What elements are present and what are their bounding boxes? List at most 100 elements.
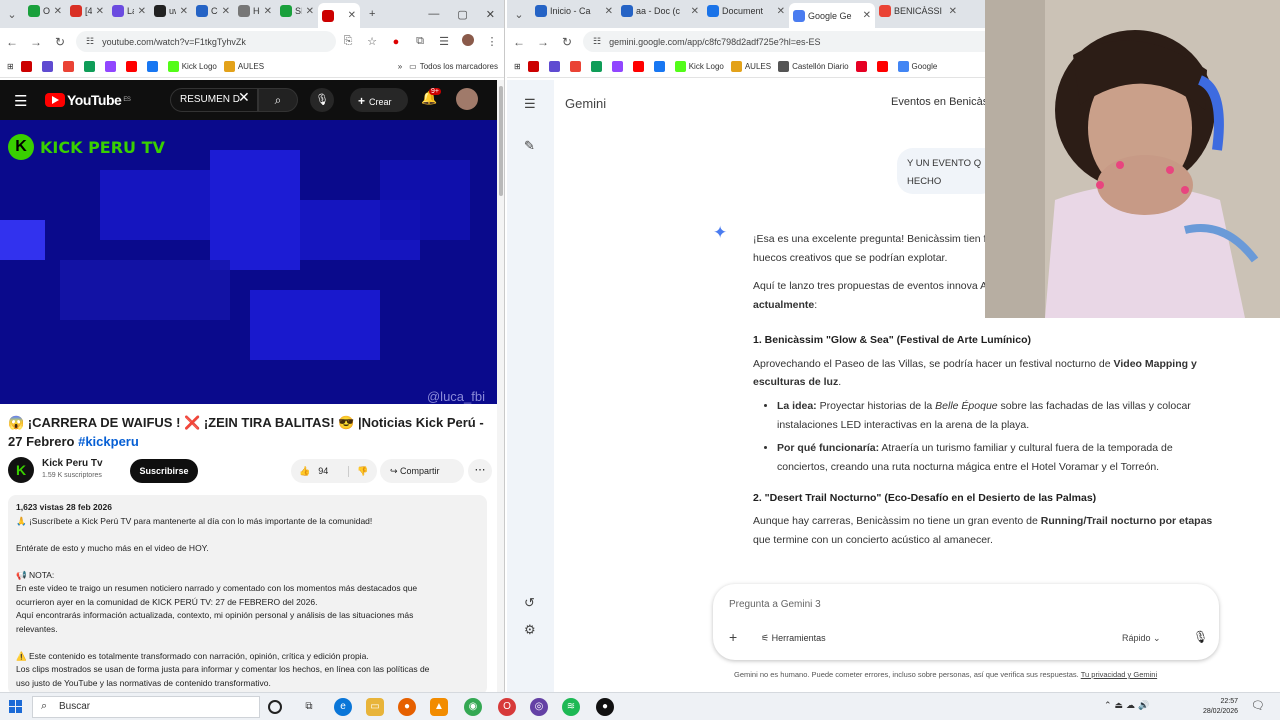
bookmark-item[interactable] xyxy=(876,60,891,72)
user-avatar[interactable] xyxy=(456,88,478,110)
prompt-input[interactable]: Pregunta a Gemini 3 xyxy=(729,599,821,610)
browser-tab[interactable]: Ho ✕ xyxy=(234,0,276,22)
voice-search-button[interactable]: 🎙 xyxy=(310,88,334,112)
dislike-button[interactable]: 👎 xyxy=(349,466,368,477)
bookmark-item[interactable] xyxy=(20,60,35,72)
browser-tab[interactable]: uw ✕ xyxy=(150,0,192,22)
hashtag-link[interactable]: #kickperu xyxy=(78,434,139,449)
share-button[interactable]: ↪ Compartir xyxy=(380,459,464,483)
apps-icon[interactable]: ⊞ xyxy=(7,62,14,71)
browser-menu-icon[interactable]: ⋮ xyxy=(480,35,504,48)
close-tab-icon[interactable]: ✕ xyxy=(138,6,146,17)
forward-icon[interactable]: → xyxy=(24,35,48,49)
browser-tab[interactable]: [48 ✕ xyxy=(66,0,108,22)
app-icon[interactable]: ◎ xyxy=(530,698,548,716)
extensions-icon[interactable]: ⧉ xyxy=(408,35,432,48)
system-tray-icons[interactable]: ⌃⏏☁🔊 xyxy=(1104,700,1152,711)
file-explorer-icon[interactable]: ▭ xyxy=(366,698,384,716)
youtube-logo[interactable]: YouTube ES xyxy=(45,92,131,108)
back-icon[interactable]: ← xyxy=(0,35,24,49)
reading-list-icon[interactable]: ☰ xyxy=(432,35,456,48)
bookmark-item[interactable]: AULES xyxy=(730,60,771,72)
site-info-icon[interactable]: ☷ xyxy=(86,36,94,47)
microphone-icon[interactable]: 🎙 xyxy=(1193,630,1208,644)
close-tab-icon[interactable]: ✕ xyxy=(863,10,871,21)
minimize-button[interactable]: — xyxy=(419,8,448,20)
video-description[interactable]: 1,623 vistas 28 feb 2026 🙏 ¡Suscríbete a… xyxy=(8,495,487,692)
browser-tab[interactable]: Co ✕ xyxy=(192,0,234,22)
vlc-icon[interactable]: ▲ xyxy=(430,698,448,716)
privacy-link[interactable]: Tu privacidad y Gemini xyxy=(1081,670,1157,679)
browser-tab[interactable]: aa - Doc (c ✕ xyxy=(617,0,703,22)
main-menu-icon[interactable]: ☰ xyxy=(524,96,536,112)
site-info-icon[interactable]: ☷ xyxy=(593,36,601,47)
bookmark-item[interactable] xyxy=(653,60,668,72)
browser-tab[interactable]: Ov ✕ xyxy=(24,0,66,22)
bookmark-item[interactable] xyxy=(569,60,584,72)
close-tab-icon[interactable]: ✕ xyxy=(222,6,230,17)
history-icon[interactable]: ↺ xyxy=(524,595,535,611)
search-button[interactable]: ⌕ xyxy=(258,88,298,112)
notifications-icon[interactable]: 🗨 xyxy=(1251,699,1265,712)
close-tab-icon[interactable]: ✕ xyxy=(54,6,62,17)
close-tab-icon[interactable]: ✕ xyxy=(605,6,613,17)
new-tab-button[interactable]: + xyxy=(360,8,384,20)
close-tab-icon[interactable]: ✕ xyxy=(691,6,699,17)
close-window-button[interactable]: ✕ xyxy=(477,8,504,21)
bookmark-item[interactable]: AULES xyxy=(223,60,264,72)
back-icon[interactable]: ← xyxy=(507,35,531,49)
close-tab-icon[interactable]: ✕ xyxy=(306,6,314,17)
tab-search-icon[interactable]: ⌄ xyxy=(0,8,24,21)
bookmark-item[interactable] xyxy=(855,60,870,72)
bookmark-item[interactable]: Kick Logo xyxy=(674,60,724,72)
bookmark-item[interactable] xyxy=(611,60,626,72)
reload-icon[interactable]: ↻ xyxy=(48,35,72,49)
create-button[interactable]: + Crear xyxy=(350,88,408,112)
tab-search-icon[interactable]: ⌄ xyxy=(507,8,531,21)
clear-search-icon[interactable]: ✕ xyxy=(238,89,250,106)
video-player[interactable]: K KICK PERU TV @luca_fbi xyxy=(0,120,497,404)
close-tab-icon[interactable]: ✕ xyxy=(96,6,104,17)
bookmark-item[interactable] xyxy=(527,60,542,72)
obs-icon[interactable]: ● xyxy=(596,698,614,716)
bookmark-item[interactable] xyxy=(104,60,119,72)
subscribe-button[interactable]: Suscribirse xyxy=(130,459,198,483)
model-mode-selector[interactable]: Rápido ⌄ xyxy=(1122,633,1161,644)
bookmark-item[interactable] xyxy=(146,60,161,72)
browser-tab[interactable]: La ✕ xyxy=(108,0,150,22)
bookmark-item[interactable] xyxy=(62,60,77,72)
close-tab-icon[interactable]: ✕ xyxy=(949,6,957,17)
channel-name[interactable]: Kick Peru Tv xyxy=(42,458,103,469)
bookmark-item[interactable] xyxy=(590,60,605,72)
add-attachment-icon[interactable]: + xyxy=(729,629,737,645)
browser-tab[interactable]: SIE ✕ xyxy=(276,0,318,22)
browser-tab[interactable]: ✕ xyxy=(318,3,360,28)
left-scrollbar[interactable] xyxy=(497,80,504,692)
firefox-icon[interactable]: ● xyxy=(398,698,416,716)
bookmark-item[interactable]: Kick Logo xyxy=(167,60,217,72)
edge-icon[interactable]: e xyxy=(334,698,352,716)
task-view-icon[interactable]: ⧉ xyxy=(300,698,318,716)
bookmark-item[interactable]: Google xyxy=(897,60,937,72)
browser-tab[interactable]: BENICÀSSI ✕ xyxy=(875,0,961,22)
channel-avatar[interactable]: K xyxy=(8,457,34,483)
spotify-icon[interactable]: ≋ xyxy=(562,698,580,716)
like-button[interactable]: 👍 94 xyxy=(291,465,349,477)
browser-tab[interactable]: Google Ge ✕ xyxy=(789,3,875,28)
taskbar-search-field[interactable]: ⌕ Buscar xyxy=(32,696,260,718)
apps-icon[interactable]: ⊞ xyxy=(514,62,521,71)
settings-gear-icon[interactable]: ⚙ xyxy=(524,622,536,638)
install-icon[interactable]: ⎘ xyxy=(336,35,360,48)
tools-button[interactable]: ⚟ Herramientas xyxy=(761,633,826,644)
browser-tab[interactable]: Inicio - Ca ✕ xyxy=(531,0,617,22)
opera-icon[interactable]: O xyxy=(498,698,516,716)
new-chat-icon[interactable]: ✎ xyxy=(524,138,535,154)
prompt-composer[interactable]: Pregunta a Gemini 3 + ⚟ Herramientas Ráp… xyxy=(713,584,1219,660)
cortana-icon[interactable] xyxy=(268,700,282,714)
bookmark-item[interactable] xyxy=(83,60,98,72)
bookmark-item[interactable] xyxy=(632,60,647,72)
url-field[interactable]: ☷ youtube.com/watch?v=F1tkgTyhvZk xyxy=(76,31,336,52)
close-tab-icon[interactable]: ✕ xyxy=(348,10,356,21)
close-tab-icon[interactable]: ✕ xyxy=(264,6,272,17)
opera-icon[interactable]: ● xyxy=(384,36,408,48)
